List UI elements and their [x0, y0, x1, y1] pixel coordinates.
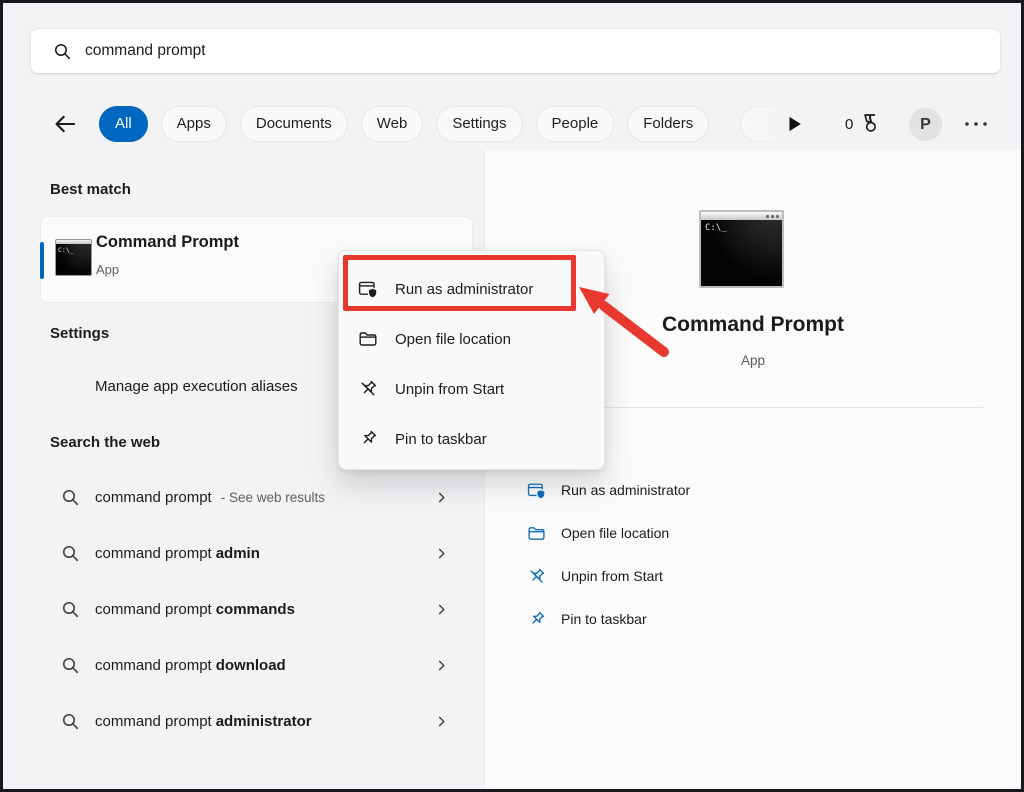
menu-item-run-as-administrator[interactable]: Run as administrator: [339, 264, 604, 314]
suggestion-suffix: admin: [216, 545, 260, 562]
menu-item-label: Open file location: [395, 331, 511, 348]
action-label: Pin to taskbar: [561, 611, 647, 627]
tab-apps[interactable]: Apps: [161, 106, 227, 142]
run-as-admin-icon: [358, 279, 378, 299]
search-box[interactable]: [30, 28, 1001, 74]
action-pin-to-taskbar[interactable]: Pin to taskbar: [499, 598, 1001, 640]
suggestion-prefix: command prompt: [95, 713, 212, 730]
tabs-scroll-right-icon[interactable]: [783, 113, 805, 135]
suggestion-suffix: download: [216, 657, 286, 674]
menu-item-open-file-location[interactable]: Open file location: [339, 314, 604, 364]
action-label: Unpin from Start: [561, 568, 663, 584]
best-match-subtitle: App: [96, 262, 119, 277]
folder-icon: [358, 329, 378, 349]
action-run-as-administrator[interactable]: Run as administrator: [499, 469, 1001, 511]
suggestion-prefix: command prompt: [95, 601, 212, 618]
chevron-right-icon: [434, 602, 449, 617]
menu-item-label: Pin to taskbar: [395, 431, 487, 448]
command-prompt-icon-large: C:\_: [699, 210, 784, 288]
back-button[interactable]: [52, 111, 78, 137]
more-options-icon[interactable]: [961, 115, 993, 133]
tab-documents[interactable]: Documents: [240, 106, 348, 142]
suggestion-prefix: command prompt: [95, 657, 212, 674]
web-suggestion-row[interactable]: command promptadmin: [40, 533, 461, 573]
action-label: Open file location: [561, 525, 669, 541]
menu-item-label: Unpin from Start: [395, 381, 504, 398]
suggestion-suffix: commands: [216, 601, 295, 618]
context-menu: Run as administrator Open file location …: [338, 250, 605, 470]
search-icon: [53, 42, 72, 61]
command-prompt-icon: C:\_: [55, 239, 92, 276]
suggestion-prefix: command prompt: [95, 545, 212, 562]
search-icon: [61, 712, 80, 731]
chevron-right-icon: [434, 490, 449, 505]
unpin-icon: [358, 379, 378, 399]
menu-item-pin-to-taskbar[interactable]: Pin to taskbar: [339, 414, 604, 464]
web-suggestion-row[interactable]: command promptcommands: [40, 589, 461, 629]
pin-icon: [358, 429, 378, 449]
menu-item-unpin-from-start[interactable]: Unpin from Start: [339, 364, 604, 414]
search-icon: [61, 600, 80, 619]
rewards-badge[interactable]: 0: [845, 111, 882, 137]
user-avatar[interactable]: P: [909, 108, 942, 141]
tab-settings[interactable]: Settings: [436, 106, 522, 142]
search-icon: [61, 488, 80, 507]
menu-item-label: Run as administrator: [395, 281, 533, 298]
search-the-web-heading: Search the web: [50, 434, 160, 451]
folder-icon: [527, 524, 546, 543]
settings-heading: Settings: [50, 325, 109, 342]
tab-web[interactable]: Web: [361, 106, 424, 142]
pin-icon: [527, 610, 546, 629]
web-suggestion-row[interactable]: command promptadministrator: [40, 701, 461, 741]
suggestion-suffix: administrator: [216, 713, 312, 730]
action-label: Run as administrator: [561, 482, 690, 498]
suggestion-prefix: command prompt: [95, 489, 212, 506]
search-icon: [61, 656, 80, 675]
chevron-right-icon: [434, 658, 449, 673]
windows-search-panel: All Apps Documents Web Settings People F…: [0, 0, 1024, 792]
search-input[interactable]: [85, 29, 965, 73]
best-match-heading: Best match: [50, 181, 131, 198]
web-suggestion-row[interactable]: command prompt - See web results: [40, 477, 461, 517]
search-icon: [61, 544, 80, 563]
action-unpin-from-start[interactable]: Unpin from Start: [499, 555, 1001, 597]
filter-tabs: All Apps Documents Web Settings People F…: [99, 106, 709, 142]
tab-all[interactable]: All: [99, 106, 148, 142]
rewards-count: 0: [845, 116, 853, 133]
suggestion-note: - See web results: [221, 490, 325, 505]
unpin-icon: [527, 567, 546, 586]
best-match-title: Command Prompt: [96, 233, 239, 252]
medal-icon: [858, 112, 882, 136]
selection-accent-bar: [40, 242, 44, 279]
run-as-admin-icon: [527, 481, 546, 500]
tab-people[interactable]: People: [536, 106, 615, 142]
tab-folders[interactable]: Folders: [627, 106, 709, 142]
chevron-right-icon: [434, 546, 449, 561]
action-open-file-location[interactable]: Open file location: [499, 512, 1001, 554]
web-suggestion-row[interactable]: command promptdownload: [40, 645, 461, 685]
chevron-right-icon: [434, 714, 449, 729]
